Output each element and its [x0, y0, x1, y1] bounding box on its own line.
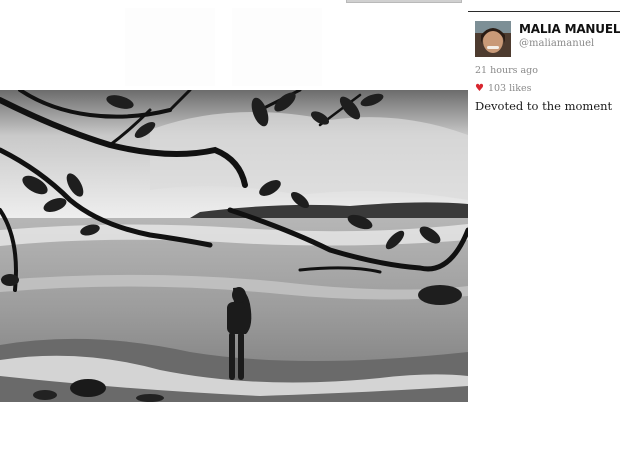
faint-thumbnail	[232, 8, 322, 86]
post-caption: Devoted to the moment	[475, 99, 613, 113]
user-display-name[interactable]: MALIA MANUEL	[519, 22, 620, 36]
post-photo[interactable]	[0, 90, 468, 402]
heart-icon[interactable]: ♥	[475, 83, 484, 94]
post-timestamp[interactable]: 21 hours ago	[475, 65, 538, 76]
popup-window-edge	[346, 0, 462, 3]
avatar[interactable]	[475, 21, 511, 57]
faint-thumbnail	[125, 8, 215, 86]
likes-count[interactable]: 103 likes	[488, 83, 531, 94]
likes-row: ♥ 103 likes	[475, 83, 531, 94]
post-sidebar: MALIA MANUEL @maliamanuel 21 hours ago ♥…	[468, 0, 620, 449]
sidebar-divider	[468, 11, 620, 12]
top-blank-area	[0, 0, 468, 90]
user-handle[interactable]: @maliamanuel	[519, 38, 594, 49]
